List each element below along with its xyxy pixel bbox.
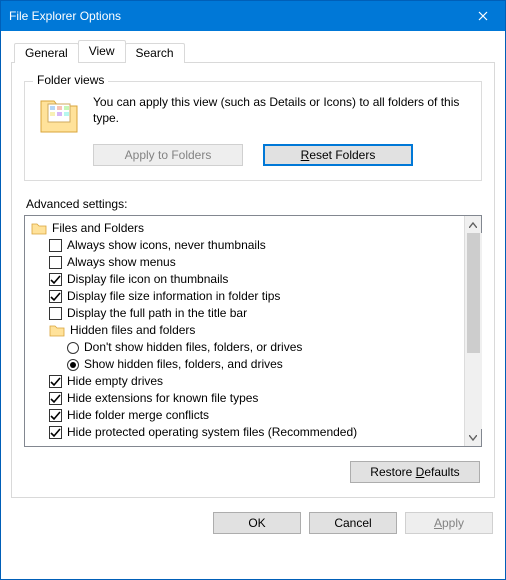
reset-folders-button[interactable]: Reset Folders [263, 144, 413, 166]
tree-item-label: Hide empty drives [67, 373, 163, 390]
tab-view[interactable]: View [78, 40, 126, 62]
radio-icon [67, 342, 79, 354]
window-title: File Explorer Options [9, 9, 460, 23]
tree-group-label: Hidden files and folders [70, 322, 195, 339]
checkbox-icon [49, 273, 62, 286]
advanced-settings-tree: Files and FoldersAlways show icons, neve… [24, 215, 482, 447]
tree-checkbox-item[interactable]: Display file icon on thumbnails [27, 271, 462, 288]
tree-checkbox-item[interactable]: Hide folder merge conflicts [27, 407, 462, 424]
tree-item-label: Display file icon on thumbnails [67, 271, 228, 288]
dialog-button-row: OK Cancel Apply [11, 512, 495, 534]
dialog-window: File Explorer Options General View Searc… [0, 0, 506, 580]
tree-item-label: Hide folder merge conflicts [67, 407, 209, 424]
checkbox-icon [49, 426, 62, 439]
folder-views-description: You can apply this view (such as Details… [93, 94, 471, 126]
checkbox-icon [49, 392, 62, 405]
apply-label-rest: pply [442, 516, 464, 530]
tree-item-label: Don't show hidden files, folders, or dri… [84, 339, 302, 356]
scrollbar[interactable] [464, 216, 481, 446]
checkbox-icon [49, 290, 62, 303]
tree-radio-item[interactable]: Show hidden files, folders, and drives [27, 356, 462, 373]
tree-item-label: Always show icons, never thumbnails [67, 237, 266, 254]
titlebar: File Explorer Options [1, 1, 505, 31]
tree-checkbox-item[interactable]: Always show icons, never thumbnails [27, 237, 462, 254]
tree-group: Hidden files and folders [27, 322, 462, 339]
advanced-settings-list[interactable]: Files and FoldersAlways show icons, neve… [25, 216, 464, 446]
tree-radio-item[interactable]: Don't show hidden files, folders, or dri… [27, 339, 462, 356]
scroll-down-button[interactable] [465, 429, 482, 446]
tree-item-label: Hide extensions for known file types [67, 390, 258, 407]
tab-general[interactable]: General [14, 43, 79, 63]
tree-root: Files and Folders [27, 220, 462, 237]
tree-item-label: Display file size information in folder … [67, 288, 280, 305]
apply-button: Apply [405, 512, 493, 534]
tree-checkbox-item[interactable]: Hide empty drives [27, 373, 462, 390]
restore-defaults-button[interactable]: Restore Defaults [350, 461, 480, 483]
tab-search[interactable]: Search [125, 43, 185, 63]
close-icon [478, 11, 488, 21]
restore-defaults-label-pre: Restore [370, 465, 415, 479]
tree-item-label: Show hidden files, folders, and drives [84, 356, 283, 373]
ok-button[interactable]: OK [213, 512, 301, 534]
tree-checkbox-item[interactable]: Hide protected operating system files (R… [27, 424, 462, 441]
radio-icon [67, 359, 79, 371]
apply-to-folders-button: Apply to Folders [93, 144, 243, 166]
close-button[interactable] [460, 1, 505, 31]
checkbox-icon [49, 239, 62, 252]
tree-checkbox-item[interactable]: Always show menus [27, 254, 462, 271]
checkbox-icon [49, 307, 62, 320]
checkbox-icon [49, 256, 62, 269]
restore-defaults-label-post: efaults [424, 465, 459, 479]
checkbox-icon [49, 375, 62, 388]
advanced-settings-label: Advanced settings: [26, 197, 482, 211]
scroll-up-button[interactable] [465, 216, 482, 233]
tree-item-label: Always show menus [67, 254, 176, 271]
folder-views-group: Folder views [24, 81, 482, 181]
dialog-content: General View Search Folder views [1, 31, 505, 579]
tab-strip: General View Search [11, 39, 495, 62]
tree-checkbox-item[interactable]: Display file size information in folder … [27, 288, 462, 305]
folder-views-icon [35, 94, 83, 136]
chevron-down-icon [469, 435, 477, 441]
cancel-button[interactable]: Cancel [309, 512, 397, 534]
tree-checkbox-item[interactable]: Hide extensions for known file types [27, 390, 462, 407]
scroll-track[interactable] [465, 233, 482, 429]
tree-item-label: Display the full path in the title bar [67, 305, 247, 322]
tab-panel-view: Folder views [11, 62, 495, 498]
tree-item-label: Hide protected operating system files (R… [67, 424, 357, 441]
tree-root-label: Files and Folders [52, 220, 144, 237]
reset-folders-label-rest: eset Folders [309, 148, 375, 162]
scroll-thumb[interactable] [467, 233, 480, 353]
folder-views-legend: Folder views [33, 73, 108, 87]
checkbox-icon [49, 409, 62, 422]
chevron-up-icon [469, 222, 477, 228]
tree-checkbox-item[interactable]: Display the full path in the title bar [27, 305, 462, 322]
